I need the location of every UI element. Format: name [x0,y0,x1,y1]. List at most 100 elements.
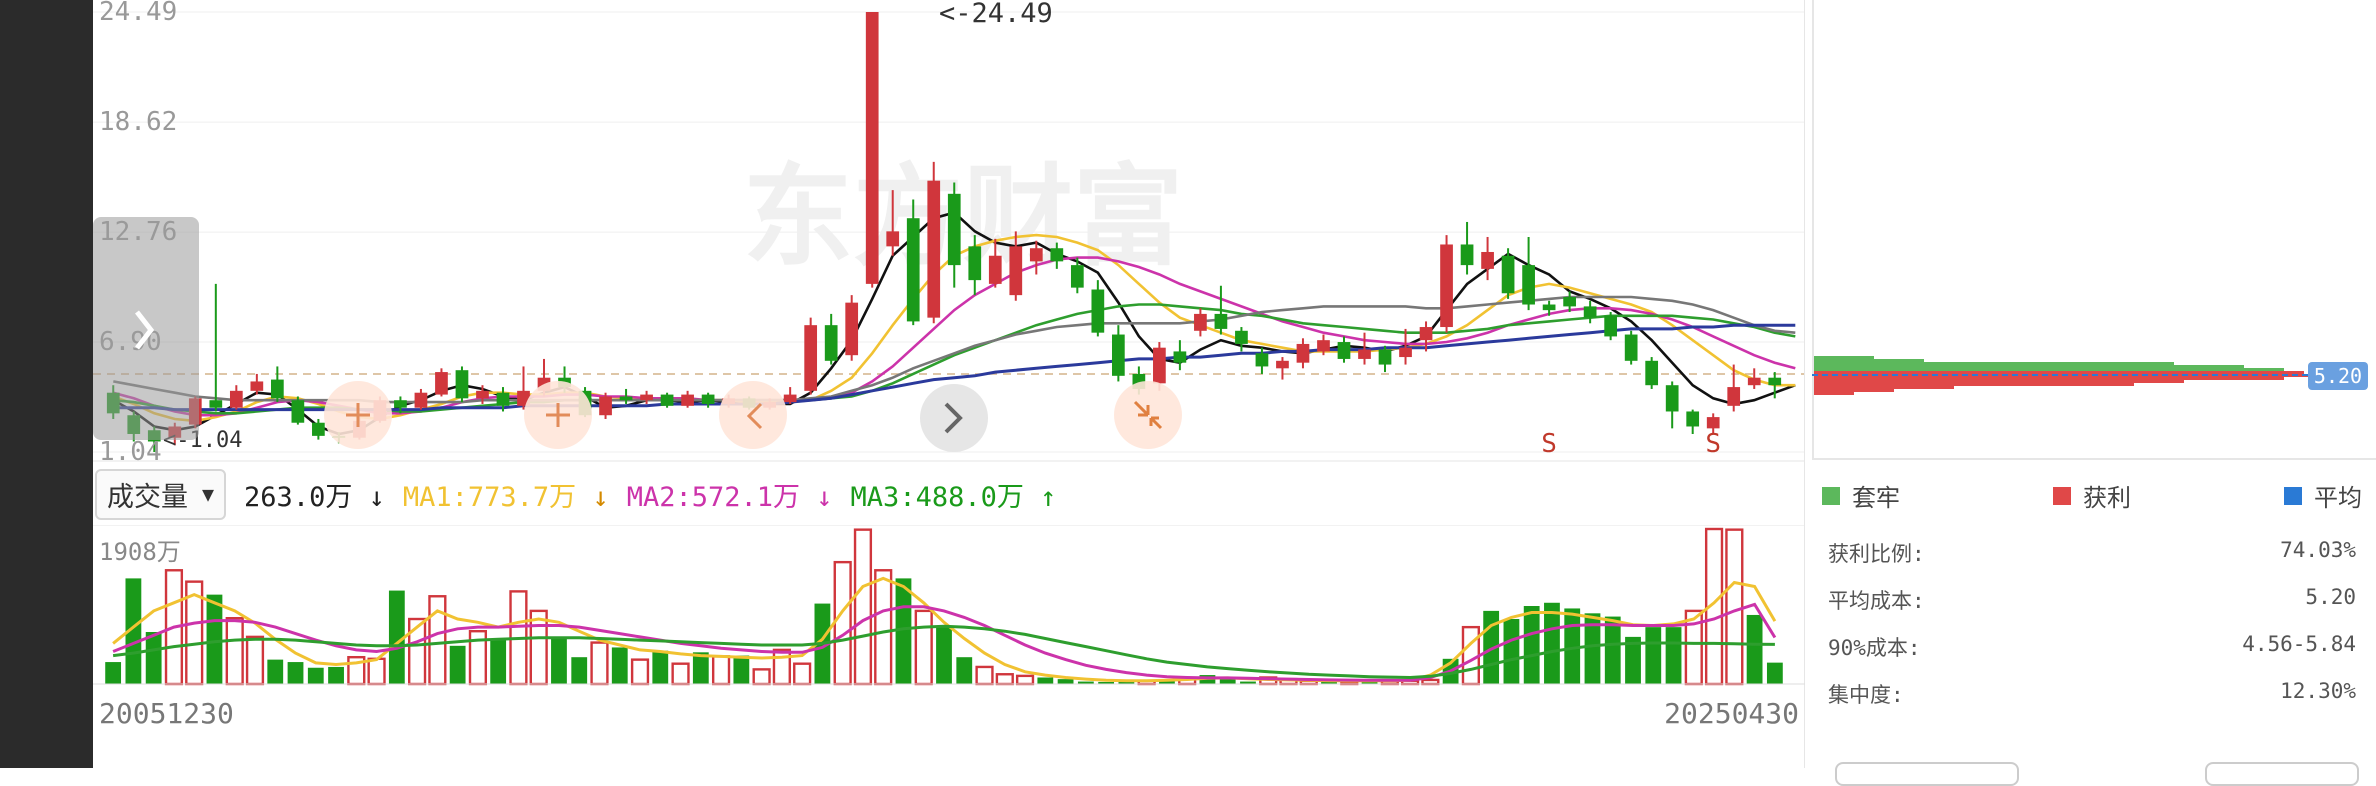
volume-bar [1421,678,1440,686]
candle-body [660,394,674,406]
candle-body [1296,343,1310,363]
candle [1194,308,1207,337]
volume-bar [874,569,893,686]
candle-body [312,422,325,436]
candle-body [865,12,879,284]
candle-body [927,180,941,318]
volume-bar [1766,662,1783,684]
volume-bar [630,658,650,686]
start-date-label: 20051230 [99,697,234,725]
volume-bar [733,655,750,684]
volume-bar [449,645,466,684]
candle-body [701,394,715,404]
ma2-volume: MA2:572.1万 ↓ [626,481,833,513]
volume-axis-max-label: 1908万 [99,538,181,566]
candle-body [886,231,900,247]
candle [250,373,264,395]
volume-bar [895,578,912,684]
volume-bar [1503,619,1520,684]
candle-body [1501,255,1515,294]
candle-body [1563,297,1576,307]
candle [824,313,838,365]
candle-body [1235,330,1248,344]
candle [435,368,448,397]
candle-body [1111,334,1125,376]
max-price-marker: <-24.49 [939,0,1053,29]
bottom-button[interactable] [1835,762,2019,786]
ma3-volume: MA3:488.0万 ↑ [850,481,1057,513]
indicator-selector[interactable]: 成交量 ▼ [95,468,227,520]
bottom-button[interactable] [2205,762,2359,786]
ma1-volume: MA1:773.7万 ↓ [402,481,609,513]
volume-bar [1461,625,1480,686]
candle-body [229,390,243,408]
candle-body [1337,342,1351,359]
signal-label: S [1705,429,1721,459]
volume-bar [590,641,609,686]
volume-bar [367,657,386,686]
volume-bar [936,627,952,684]
event-marker-back[interactable] [719,381,787,449]
stat-concentration: 集中度: 12.30% [1828,679,2356,707]
scroll-left-button[interactable] [93,217,199,440]
candle-body [1542,304,1556,311]
volume-bar [529,609,548,686]
candle-body [1665,385,1679,412]
candle [865,12,879,288]
candle [660,392,674,408]
volume-bar [1219,679,1236,684]
chip-distribution-chart: 5.20 [1812,356,2368,395]
volume-bar [328,666,344,684]
candle [1460,221,1474,275]
candle-body [1276,360,1289,369]
candle-body [1194,313,1207,331]
volume-bar [245,635,265,686]
volume-bar [772,648,791,686]
zoom-in-marker-icon[interactable] [1114,381,1182,449]
candle-body [1583,306,1597,318]
volume-legend: 成交量 ▼ 263.0万 ↓ MA1:773.7万 ↓ MA2:572.1万 ↓… [95,468,1057,520]
chip-bar [1814,371,2304,374]
candle-body [1460,244,1474,266]
chart-area: 东方财富 24.4918.6212.766.901.04 <-24.49 <-1… [93,0,1805,768]
candle [1501,248,1515,299]
candle-body [270,379,284,399]
candle-body [209,400,223,408]
candle-body [845,302,859,356]
candle [1440,235,1453,333]
event-marker-plus[interactable] [524,381,592,449]
candle-body [1399,347,1412,358]
chip-bar [1814,359,1924,362]
chip-legend: 套牢 获利 平均 [1822,478,2362,513]
candle-body [1009,246,1023,296]
chip-bar [1814,356,1874,359]
volume-bar [267,659,284,684]
candle [1747,368,1761,389]
volume-bar [1523,606,1540,684]
candle [1645,357,1659,389]
candle [804,317,818,395]
volume-bar [1544,602,1560,684]
volume-chart: 1908万 20051230 20250430 [93,525,1805,725]
signal-labels: SS [1541,429,1721,459]
scroll-right-button[interactable] [920,384,988,452]
legend-trapped: 套牢 [1822,478,1900,513]
candle [1624,330,1638,365]
end-date-label: 20250430 [1664,697,1799,725]
candle [1604,312,1618,341]
volume-bar [711,655,731,686]
volume-bar [206,594,223,684]
volume-bar [1725,528,1744,686]
candle-body [804,325,818,391]
candle-body [476,390,489,399]
candle-body [435,372,448,395]
candle-body [1768,377,1782,386]
candle-body [1706,417,1720,429]
event-marker-plus[interactable] [324,381,392,449]
volume-bar [490,638,507,684]
volume-bar [671,662,690,686]
candle [619,388,633,404]
legend-swatch [2284,486,2302,505]
candle-body [1378,349,1392,365]
volume-bar [995,673,1014,686]
